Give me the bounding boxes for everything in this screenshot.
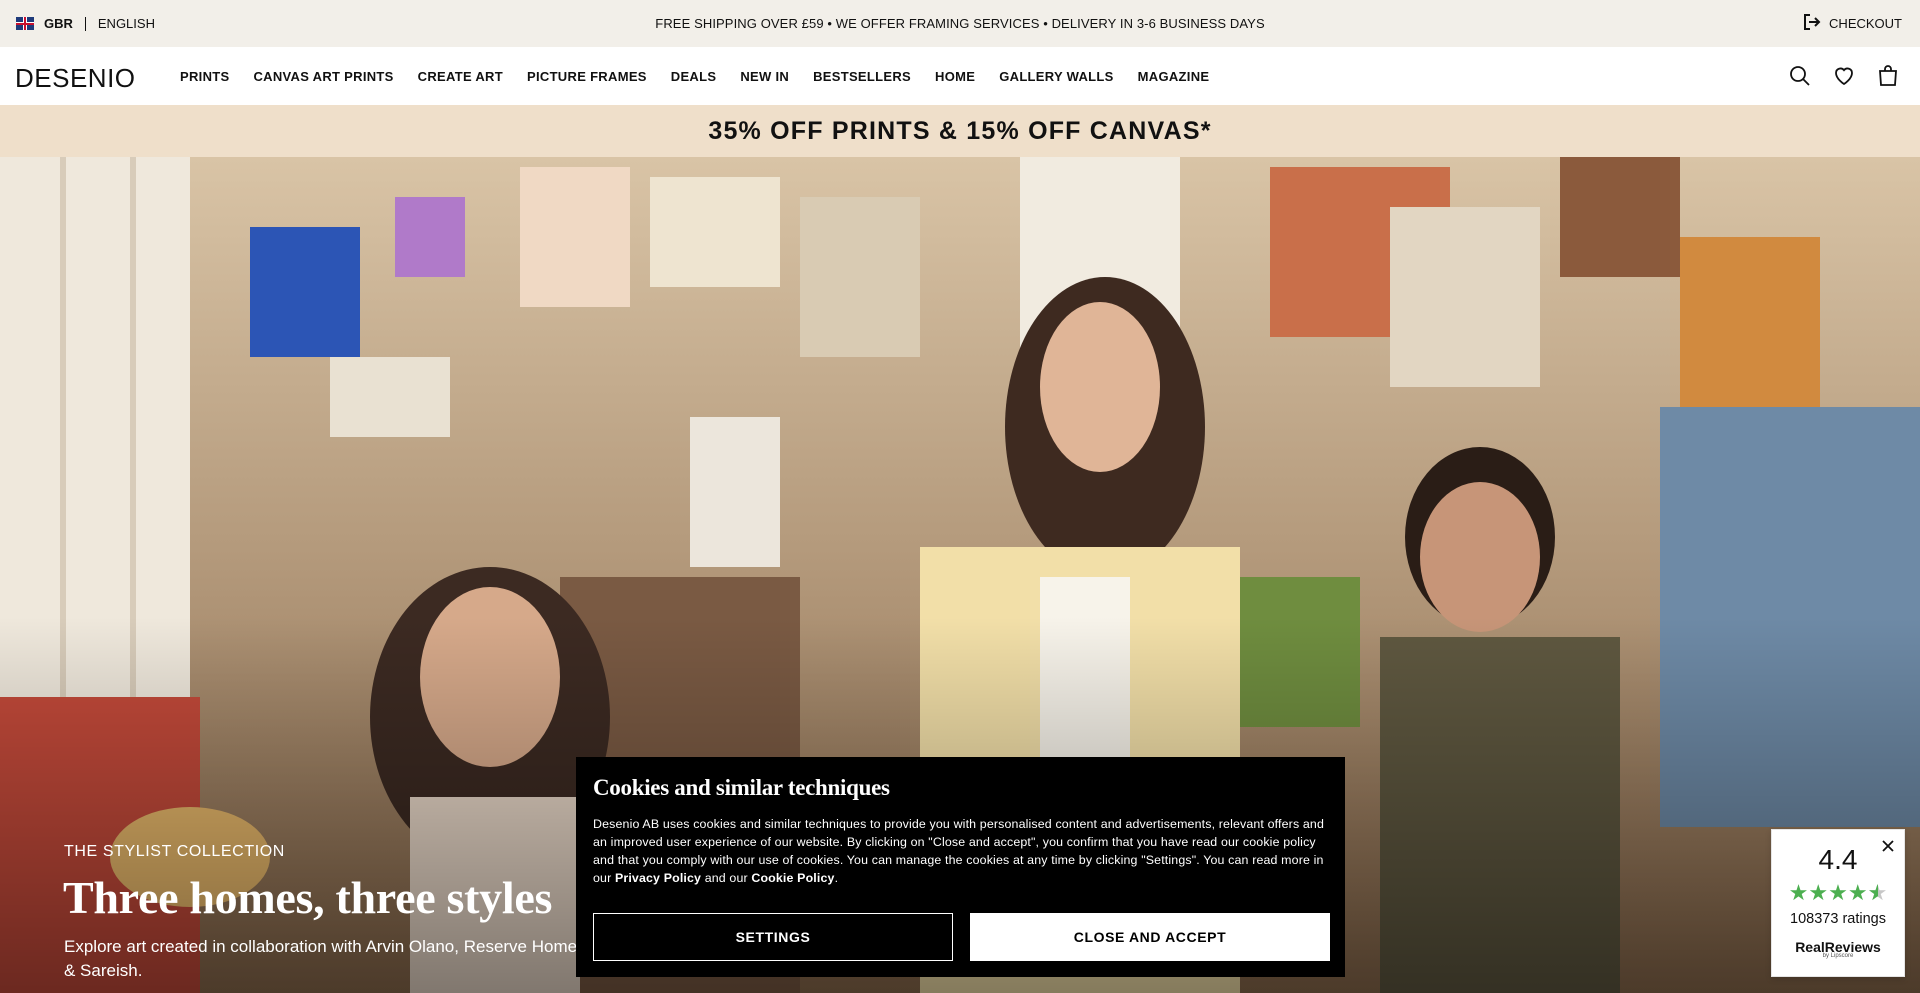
hero-kicker: THE STYLIST COLLECTION <box>64 843 285 860</box>
nav-item-home[interactable]: HOME <box>935 69 975 84</box>
nav-item-prints[interactable]: PRINTS <box>180 69 229 84</box>
star-icon: ★ <box>1788 880 1809 905</box>
cookie-body-and: and our <box>704 871 748 885</box>
half-star-icon: ★ <box>1868 880 1888 906</box>
cookie-body-end: . <box>834 871 839 885</box>
hero-title[interactable]: Three homes, three styles <box>63 871 552 924</box>
close-and-accept-button[interactable]: CLOSE AND ACCEPT <box>970 913 1330 961</box>
main-nav: PRINTS CANVAS ART PRINTS CREATE ART PICT… <box>180 47 1209 105</box>
close-icon[interactable] <box>1880 838 1896 854</box>
search-icon[interactable] <box>1788 64 1812 88</box>
checkout-icon <box>1803 13 1821 34</box>
top-utility-bar: GBR ENGLISH FREE SHIPPING OVER £59 • WE … <box>0 0 1920 47</box>
desenio-logo[interactable]: DESENIO <box>15 63 136 94</box>
realreviews-byline: by Lipscore <box>1822 953 1854 959</box>
header-actions <box>1788 47 1900 105</box>
cookie-buttons: SETTINGS CLOSE AND ACCEPT <box>593 913 1330 961</box>
cookie-consent-dialog: Cookies and similar techniques Desenio A… <box>576 757 1345 977</box>
rating-count: 108373 ratings <box>1790 911 1886 927</box>
rating-widget[interactable]: 4.4 ★★★★★ 108373 ratings RealReviews by … <box>1771 829 1905 977</box>
cookie-settings-button[interactable]: SETTINGS <box>593 913 953 961</box>
checkout-link[interactable]: CHECKOUT <box>1803 0 1902 47</box>
heart-icon[interactable] <box>1832 64 1856 88</box>
nav-item-bestsellers[interactable]: BESTSELLERS <box>813 69 911 84</box>
star-icon: ★ <box>1828 880 1848 905</box>
nav-item-canvas-art-prints[interactable]: CANVAS ART PRINTS <box>253 69 393 84</box>
rating-stars: ★★★★★ <box>1772 880 1904 906</box>
nav-item-gallery-walls[interactable]: GALLERY WALLS <box>999 69 1113 84</box>
nav-item-picture-frames[interactable]: PICTURE FRAMES <box>527 69 647 84</box>
cookie-body-text: Desenio AB uses cookies and similar tech… <box>593 817 1325 885</box>
privacy-policy-link[interactable]: Privacy Policy <box>615 871 701 885</box>
nav-item-deals[interactable]: DEALS <box>671 69 717 84</box>
star-icon: ★ <box>1847 880 1868 905</box>
nav-item-create-art[interactable]: CREATE ART <box>418 69 503 84</box>
hero-subtitle: Explore art created in collaboration wit… <box>64 937 578 980</box>
main-header: DESENIO PRINTS CANVAS ART PRINTS CREATE … <box>0 47 1920 105</box>
shipping-announcement: FREE SHIPPING OVER £59 • WE OFFER FRAMIN… <box>655 16 1265 31</box>
star-icon: ★ <box>1808 880 1829 905</box>
bag-icon[interactable] <box>1876 64 1900 88</box>
nav-item-magazine[interactable]: MAGAZINE <box>1138 69 1210 84</box>
checkout-label: CHECKOUT <box>1829 16 1902 31</box>
cookie-body: Desenio AB uses cookies and similar tech… <box>593 815 1328 887</box>
cookie-policy-link[interactable]: Cookie Policy <box>751 871 834 885</box>
nav-item-new-in[interactable]: NEW IN <box>740 69 789 84</box>
promo-banner[interactable]: 35% OFF PRINTS & 15% OFF CANVAS* <box>0 105 1920 157</box>
cookie-title: Cookies and similar techniques <box>593 775 890 800</box>
